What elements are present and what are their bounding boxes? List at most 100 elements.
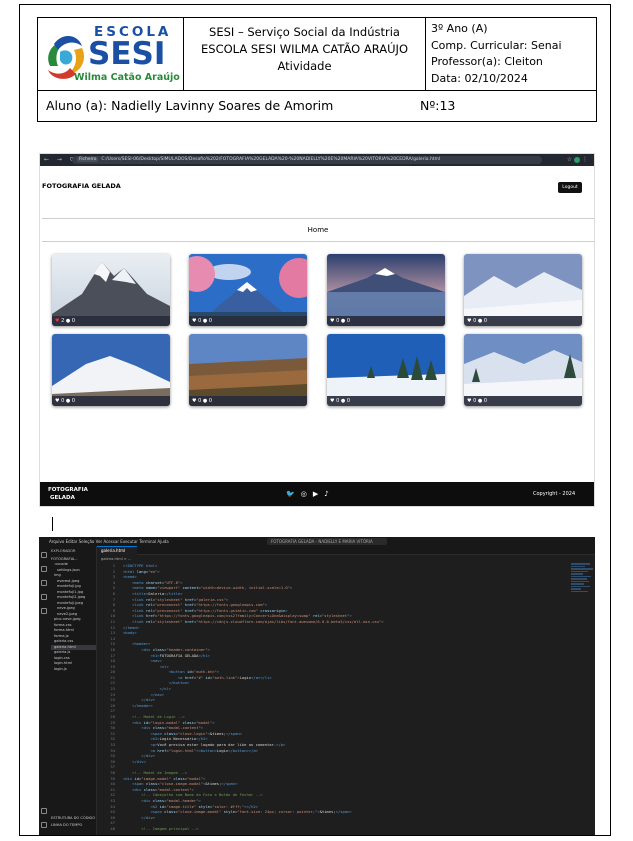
url-text: C:/Users/SESI-06/Desktop/SIMULADOS/Desaf… — [101, 157, 441, 162]
gallery-card[interactable]: ♥ 2 ● 0 — [52, 254, 170, 326]
like-count: 0 — [336, 318, 340, 324]
card-stats: ♥ 0 ● 0 — [327, 396, 445, 406]
file-item[interactable]: login.js — [51, 667, 96, 673]
footer-logo-line2: GELADA — [50, 495, 75, 501]
like-count: 0 — [61, 398, 65, 404]
like-count: 0 — [198, 398, 202, 404]
heart-icon[interactable]: ♥ — [55, 318, 59, 324]
youtube-icon[interactable]: ▶ — [313, 490, 324, 498]
gallery-card[interactable]: ♥ 0 ● 0 — [327, 334, 445, 406]
logo-sesi-text: SESI — [88, 36, 166, 72]
extensions-icon[interactable] — [41, 608, 47, 614]
document-title: SESI – Serviço Social da Indústria ESCOL… — [184, 18, 426, 91]
card-stats: ♥ 0 ● 0 — [464, 396, 582, 406]
explorer-panel: EXPLORADOR FOTOGRAFIA... .vscode setting… — [49, 546, 97, 835]
outline-section[interactable]: ESTRUTURA DO CÓDIGO — [51, 816, 95, 822]
timeline-section[interactable]: LINHA DO TEMPO — [51, 823, 82, 829]
heart-icon[interactable]: ♥ — [55, 398, 59, 404]
minimap[interactable] — [571, 563, 595, 623]
footer-logo: FOTOGRAFIA GELADA — [48, 486, 88, 502]
comment-icon[interactable]: ● — [203, 398, 207, 404]
nav-home-link[interactable]: Home — [40, 226, 594, 234]
explorer-icon[interactable] — [41, 552, 47, 558]
comment-count: 0 — [483, 318, 488, 324]
student-name: Aluno (a): Nadielly Lavinny Soares de Am… — [46, 98, 334, 113]
heart-icon[interactable]: ♥ — [467, 318, 471, 324]
profile-icon[interactable] — [574, 156, 581, 163]
gallery-card[interactable]: ♥ 0 ● 0 — [189, 254, 307, 326]
heart-icon[interactable]: ♥ — [330, 398, 334, 404]
activity-bar — [39, 546, 49, 835]
editor-tabs: galeria.html — [97, 546, 595, 555]
comment-icon[interactable]: ● — [203, 318, 207, 324]
gallery-card[interactable]: ♥ 0 ● 0 — [464, 254, 582, 326]
site-footer: FOTOGRAFIA GELADA 🐦◎▶♪ Copyright - 2024 — [40, 482, 594, 506]
activity-label: Atividade — [277, 59, 332, 73]
comment-count: 0 — [71, 318, 76, 324]
card-stats: ♥ 0 ● 0 — [189, 396, 307, 406]
vscode-titlebar: Arquivo Editar Seleção Ver Acessar Execu… — [39, 537, 595, 551]
logout-button[interactable]: Logout — [558, 182, 582, 193]
gallery-card[interactable]: ♥ 0 ● 0 — [327, 254, 445, 326]
tiktok-icon[interactable]: ♪ — [324, 490, 334, 498]
class-info: 3º Ano (A) Comp. Curricular: Senai Profe… — [426, 18, 596, 91]
browser-toolbar: ← → ⟳ Ficheiro C:/Users/SESI-06/Desktop/S… — [40, 154, 594, 166]
gallery-card[interactable]: ♥ 0 ● 0 — [52, 334, 170, 406]
run-debug-icon[interactable] — [41, 594, 47, 600]
comment-icon[interactable]: ● — [478, 318, 482, 324]
divider — [42, 241, 594, 242]
comment-count: 0 — [483, 398, 488, 404]
teacher: Professor(a): Cleiton — [431, 55, 543, 69]
card-stats: ♥ 0 ● 0 — [189, 316, 307, 326]
code-editor[interactable]: 1 <!DOCTYPE html> 2 <html lang="en"> 3 <hea… — [99, 563, 569, 835]
heart-icon[interactable]: ♥ — [330, 318, 334, 324]
command-search[interactable]: FOTOGRAFIA GELADA - NADIELLY E MARIA VIT… — [267, 538, 387, 551]
address-bar[interactable]: Ficheiro C:/Users/SESI-06/Desktop/SIMULAD… — [72, 156, 542, 164]
like-count: 0 — [473, 318, 477, 324]
school-logo: ESCOLA SESI Wilma Catão Araújo — [38, 18, 184, 91]
card-stats: ♥ 0 ● 0 — [327, 316, 445, 326]
gallery-card[interactable]: ♥ 0 ● 0 — [189, 334, 307, 406]
comment-icon[interactable]: ● — [478, 398, 482, 404]
card-stats: ♥ 0 ● 0 — [52, 396, 170, 406]
card-stats: ♥ 2 ● 0 — [52, 316, 170, 326]
vscode-menu[interactable]: Arquivo Editar Seleção Ver Acessar Execu… — [49, 537, 169, 546]
heart-icon[interactable]: ♥ — [192, 318, 196, 324]
student-row: Aluno (a): Nadielly Lavinny Soares de Am… — [38, 91, 596, 121]
site-title: FOTOGRAFIA GELADA — [42, 182, 121, 190]
extensions-area[interactable]: ☆ ⋮ — [567, 156, 588, 163]
twitter-icon[interactable]: 🐦 — [286, 490, 301, 498]
comment-count: 0 — [71, 398, 76, 404]
copyright: Copyright - 2024 — [533, 491, 576, 497]
gallery-card[interactable]: ♥ 0 ● 0 — [464, 334, 582, 406]
file-tag: Ficheiro — [77, 157, 99, 162]
breadcrumb: galeria.html > ... — [101, 557, 132, 561]
school-name: ESCOLA SESI WILMA CATÃO ARAÚJO — [201, 42, 408, 56]
date: Data: 02/10/2024 — [431, 71, 528, 85]
heart-icon[interactable]: ♥ — [467, 398, 471, 404]
like-count: 0 — [336, 398, 340, 404]
text-cursor — [52, 517, 53, 531]
comment-count: 0 — [346, 398, 351, 404]
tab-galeria-html[interactable]: galeria.html — [97, 546, 137, 555]
search-icon[interactable] — [41, 566, 47, 572]
institution-name: SESI – Serviço Social da Indústria — [209, 25, 400, 39]
comment-icon[interactable]: ● — [341, 398, 345, 404]
curricular-component: Comp. Curricular: Senai — [431, 38, 562, 52]
settings-gear-icon[interactable] — [41, 822, 47, 828]
source-control-icon[interactable] — [41, 580, 47, 586]
account-icon[interactable] — [41, 808, 47, 814]
instagram-icon[interactable]: ◎ — [301, 490, 313, 498]
comment-icon[interactable]: ● — [341, 318, 345, 324]
footer-logo-line1: FOTOGRAFIA — [48, 487, 88, 493]
comment-icon[interactable]: ● — [66, 318, 70, 324]
grade: 3º Ano (A) — [431, 22, 488, 35]
card-stats: ♥ 0 ● 0 — [464, 316, 582, 326]
vscode-screenshot: Arquivo Editar Seleção Ver Acessar Execu… — [39, 537, 595, 835]
comment-icon[interactable]: ● — [66, 398, 70, 404]
logo-school-name: Wilma Catão Araújo — [74, 72, 180, 83]
heart-icon[interactable]: ♥ — [192, 398, 196, 404]
divider — [42, 218, 594, 219]
comment-count: 0 — [346, 318, 351, 324]
like-count: 0 — [198, 318, 202, 324]
